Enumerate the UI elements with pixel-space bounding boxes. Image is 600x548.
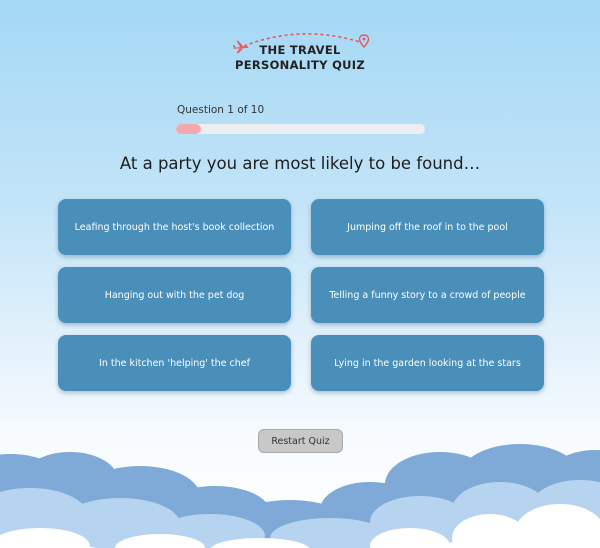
answer-button-1[interactable]: Leafing through the host's book collecti… — [58, 199, 291, 255]
answer-grid: Leafing through the host's book collecti… — [58, 199, 544, 391]
clouds-decoration — [0, 444, 600, 548]
progress-bar-fill — [176, 124, 201, 134]
quiz-title-line2: PERSONALITY QUIZ — [234, 58, 366, 72]
progress-label: Question 1 of 10 — [177, 104, 265, 116]
answer-button-3[interactable]: Hanging out with the pet dog — [58, 267, 291, 323]
question-text: At a party you are most likely to be fou… — [119, 154, 481, 173]
answer-button-5[interactable]: In the kitchen 'helping' the chef — [58, 335, 291, 391]
answer-button-2[interactable]: Jumping off the roof in to the pool — [311, 199, 544, 255]
quiz-title-line1: THE TRAVEL — [259, 43, 341, 57]
progress-bar — [176, 124, 425, 134]
answer-button-6[interactable]: Lying in the garden looking at the stars — [311, 335, 544, 391]
answer-button-4[interactable]: Telling a funny story to a crowd of peop… — [311, 267, 544, 323]
quiz-logo: THE TRAVEL PERSONALITY QUIZ — [230, 28, 370, 78]
quiz-title: THE TRAVEL PERSONALITY QUIZ — [230, 43, 370, 73]
